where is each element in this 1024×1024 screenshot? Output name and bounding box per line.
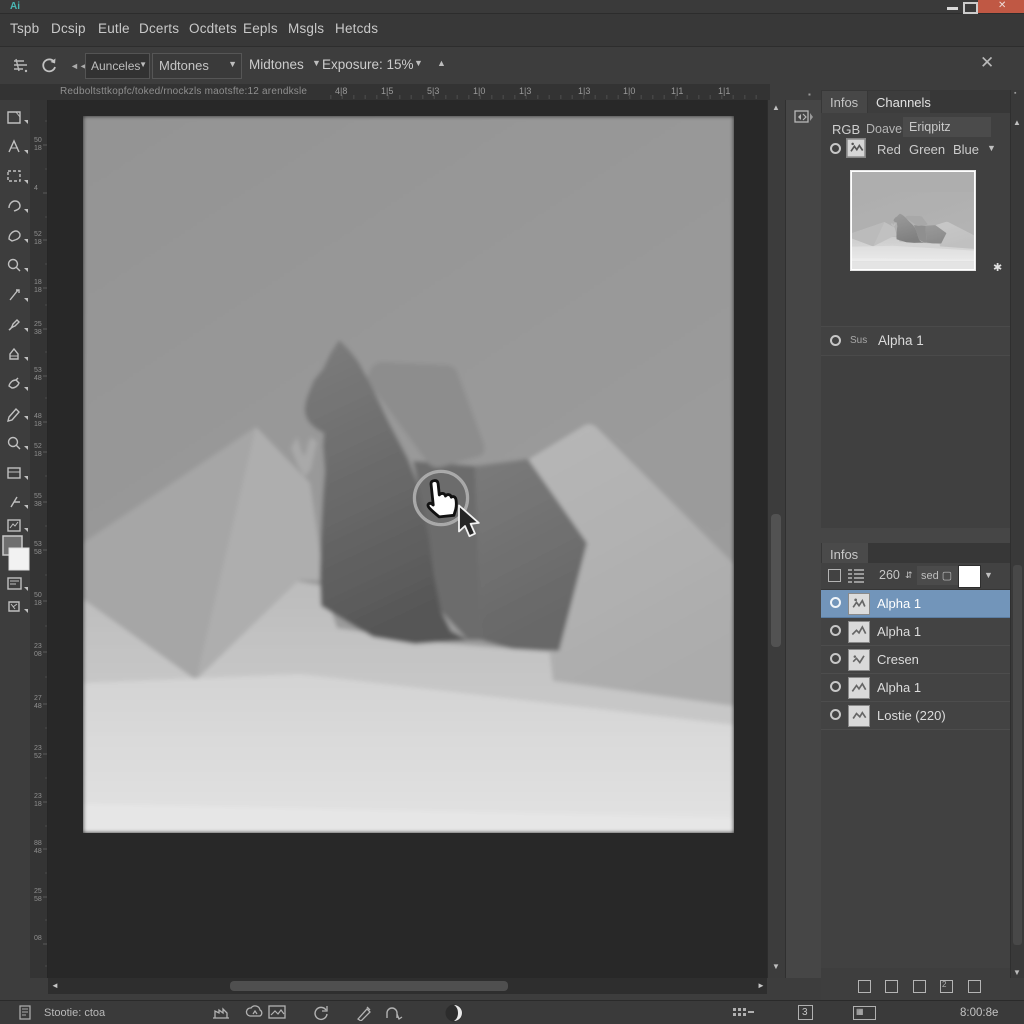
svg-text:38: 38 xyxy=(34,329,42,336)
svg-text:48: 48 xyxy=(34,848,42,855)
svg-text:18: 18 xyxy=(34,279,42,286)
svg-text:58: 58 xyxy=(34,896,42,903)
svg-text:25: 25 xyxy=(34,888,42,895)
svg-text:48: 48 xyxy=(34,375,42,382)
svg-text:48: 48 xyxy=(34,703,42,710)
svg-text:53: 53 xyxy=(34,541,42,548)
svg-text:18: 18 xyxy=(34,451,42,458)
svg-text:23: 23 xyxy=(34,745,42,752)
svg-text:27: 27 xyxy=(34,695,42,702)
svg-text:23: 23 xyxy=(34,643,42,650)
svg-text:08: 08 xyxy=(34,651,42,658)
svg-text:4: 4 xyxy=(34,185,38,192)
svg-text:53: 53 xyxy=(34,367,42,374)
svg-text:25: 25 xyxy=(34,321,42,328)
svg-text:52: 52 xyxy=(34,753,42,760)
svg-text:08: 08 xyxy=(34,935,42,942)
svg-text:38: 38 xyxy=(34,501,42,508)
svg-text:50: 50 xyxy=(34,592,42,599)
svg-text:52: 52 xyxy=(34,231,42,238)
svg-text:18: 18 xyxy=(34,145,42,152)
svg-text:52: 52 xyxy=(34,443,42,450)
svg-text:18: 18 xyxy=(34,287,42,294)
svg-text:18: 18 xyxy=(34,239,42,246)
svg-text:58: 58 xyxy=(34,549,42,556)
svg-text:18: 18 xyxy=(34,801,42,808)
svg-text:88: 88 xyxy=(34,840,42,847)
svg-text:55: 55 xyxy=(34,493,42,500)
svg-text:18: 18 xyxy=(34,600,42,607)
svg-text:50: 50 xyxy=(34,137,42,144)
svg-text:23: 23 xyxy=(34,793,42,800)
svg-text:48: 48 xyxy=(34,413,42,420)
svg-text:18: 18 xyxy=(34,421,42,428)
